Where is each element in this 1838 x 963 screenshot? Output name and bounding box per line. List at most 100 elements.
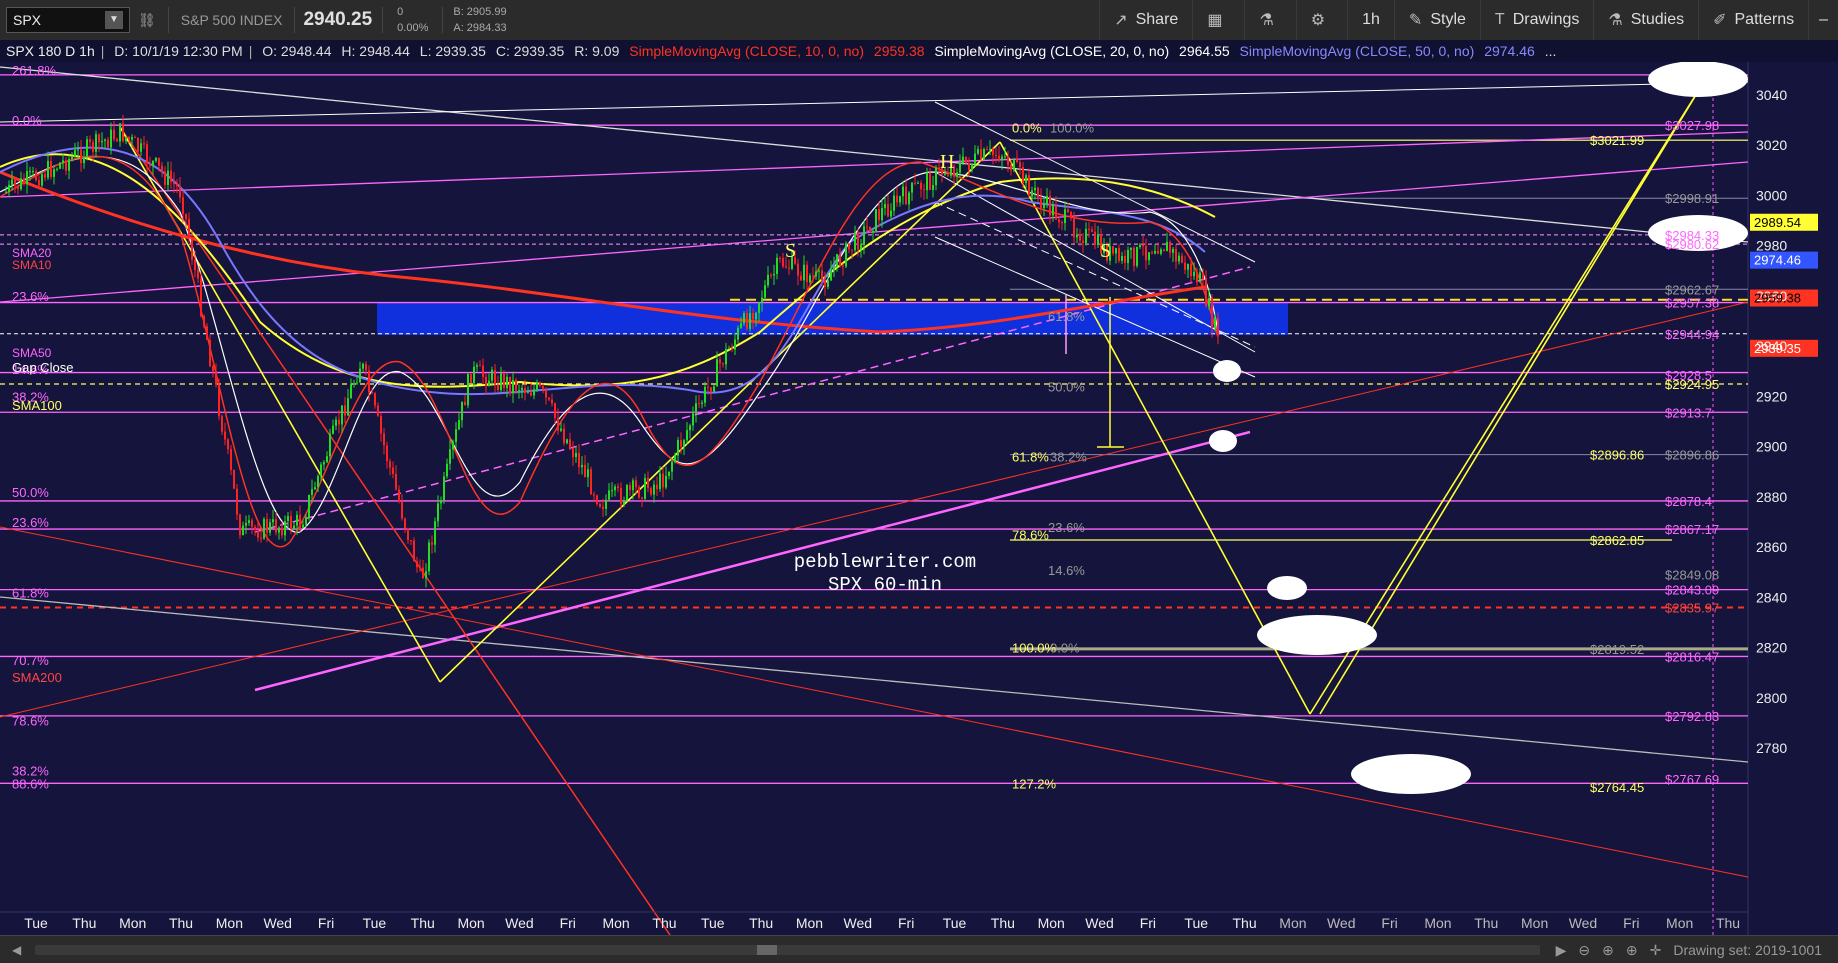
crosshair-icon[interactable]: ✛ bbox=[1650, 942, 1662, 959]
candle bbox=[803, 264, 805, 281]
candle bbox=[479, 365, 481, 367]
candle bbox=[1076, 234, 1078, 238]
candle bbox=[1064, 209, 1066, 224]
price-tick-label: 2920 bbox=[1756, 388, 1787, 404]
sma20-legend[interactable]: SimpleMovingAvg (CLOSE, 20, 0, no) bbox=[934, 43, 1169, 59]
link-icon[interactable]: ⛓ bbox=[138, 12, 156, 29]
candle bbox=[872, 230, 874, 233]
time-tick-label: Mon bbox=[216, 915, 243, 931]
grid-button[interactable]: ▦ bbox=[1192, 0, 1244, 40]
candle bbox=[773, 273, 775, 276]
candle bbox=[455, 429, 457, 443]
time-tick-label: Thu bbox=[652, 915, 676, 931]
price-tick-label: 3000 bbox=[1756, 187, 1787, 203]
scroll-left-icon[interactable]: ◀ bbox=[12, 943, 21, 957]
fib-mid-label: 14.6% bbox=[1048, 563, 1085, 578]
candle bbox=[512, 379, 514, 394]
bar-high: H: 2948.44 bbox=[341, 43, 410, 59]
divider bbox=[167, 7, 169, 33]
flask-button[interactable]: ⚗ bbox=[1244, 0, 1295, 40]
candle bbox=[1163, 249, 1165, 252]
drawings-button[interactable]: T Drawings bbox=[1479, 0, 1593, 40]
candle bbox=[206, 326, 208, 340]
legend-more[interactable]: ... bbox=[1545, 43, 1557, 59]
candle bbox=[971, 163, 973, 170]
candle bbox=[1061, 222, 1063, 224]
candle bbox=[1058, 219, 1060, 223]
settings-button[interactable]: ⚙ bbox=[1295, 0, 1347, 40]
time-tick-label: Tue bbox=[701, 915, 725, 931]
candle bbox=[1151, 252, 1153, 254]
sma10-legend[interactable]: SimpleMovingAvg (CLOSE, 10, 0, no) bbox=[629, 43, 864, 59]
candle bbox=[611, 490, 613, 492]
price-tick-label: 3040 bbox=[1756, 87, 1787, 103]
sma50-legend[interactable]: SimpleMovingAvg (CLOSE, 50, 0, no) bbox=[1240, 43, 1475, 59]
candle bbox=[128, 136, 130, 140]
candle bbox=[1025, 175, 1027, 184]
more-button[interactable]: – bbox=[1808, 0, 1838, 40]
patterns-label: Patterns bbox=[1734, 11, 1795, 28]
chart-canvas[interactable]: 3040302030002980296029402920290028802860… bbox=[0, 62, 1838, 935]
candle bbox=[875, 209, 877, 231]
candle bbox=[116, 139, 118, 142]
studies-button[interactable]: ⚗ Studies bbox=[1593, 0, 1698, 40]
candle bbox=[1196, 271, 1198, 283]
bar-date: D: 10/1/19 12:30 PM bbox=[114, 43, 243, 59]
level-label: $2957.38 bbox=[1665, 296, 1719, 311]
candle bbox=[323, 462, 325, 465]
fib-mid-label: 100.0% bbox=[1050, 121, 1095, 136]
candle bbox=[854, 232, 856, 251]
candle bbox=[1154, 250, 1156, 254]
candle bbox=[866, 226, 868, 228]
candle bbox=[800, 275, 802, 281]
candle bbox=[260, 537, 262, 539]
divider bbox=[442, 7, 444, 33]
candle bbox=[221, 416, 223, 432]
style-button[interactable]: ✎ Style bbox=[1393, 0, 1480, 40]
horizontal-scrollbar[interactable] bbox=[35, 945, 1540, 955]
price-tick-label: 2880 bbox=[1756, 489, 1787, 505]
candle bbox=[302, 524, 304, 528]
symbol-input[interactable]: SPX ▼ bbox=[6, 7, 130, 33]
level-label: $2835.97 bbox=[1665, 601, 1719, 616]
candle bbox=[320, 464, 322, 476]
price-chart[interactable]: 3040 3020 3000 2980 2960 2940 2920 2900 2880 2860… bbox=[0, 62, 1838, 935]
candle bbox=[779, 257, 781, 259]
drawing-set[interactable]: Drawing set: 2019-1001 bbox=[1673, 942, 1822, 958]
timeframe-button[interactable]: 1h bbox=[1347, 0, 1394, 40]
candle bbox=[845, 243, 847, 267]
candle bbox=[347, 398, 349, 416]
fib-mid-label: 61.8% bbox=[1048, 309, 1085, 324]
bar-range: R: 9.09 bbox=[574, 43, 620, 59]
scroll-right-icon[interactable]: ▶ bbox=[1556, 942, 1567, 959]
candle bbox=[107, 139, 109, 148]
zoom-in-icon[interactable]: ⊕ bbox=[1626, 942, 1638, 959]
candle bbox=[44, 174, 46, 178]
candle bbox=[728, 348, 730, 350]
candle bbox=[851, 249, 853, 251]
candle bbox=[356, 382, 358, 384]
candle bbox=[989, 148, 991, 150]
symbol-dropdown-icon[interactable]: ▼ bbox=[105, 11, 123, 29]
style-icon: ✎ bbox=[1408, 12, 1423, 29]
toolbar-right: ↗ Share ▦ ⚗ ⚙ 1h ✎ Style T Drawings ⚗ St… bbox=[1099, 0, 1838, 40]
fib-mid-label: 127.2% bbox=[1012, 776, 1057, 791]
candle bbox=[1175, 248, 1177, 262]
chart-annotation: S bbox=[1100, 240, 1111, 262]
zoom-out-icon[interactable]: ⊖ bbox=[1578, 942, 1590, 959]
zoom-icon[interactable]: ⊕ bbox=[1602, 942, 1614, 959]
share-button[interactable]: ↗ Share bbox=[1099, 0, 1192, 40]
scrollbar-thumb[interactable] bbox=[757, 945, 778, 955]
candle bbox=[824, 280, 826, 287]
candle bbox=[32, 171, 34, 173]
candle bbox=[671, 461, 673, 472]
candle bbox=[119, 123, 121, 142]
candle bbox=[896, 195, 898, 203]
target-ellipse bbox=[1257, 615, 1377, 655]
candle bbox=[674, 455, 676, 462]
patterns-button[interactable]: ✐ Patterns bbox=[1698, 0, 1808, 40]
candle bbox=[416, 561, 418, 568]
candle bbox=[461, 401, 463, 421]
candle bbox=[503, 373, 505, 388]
time-tick-label: Fri bbox=[1140, 915, 1156, 931]
